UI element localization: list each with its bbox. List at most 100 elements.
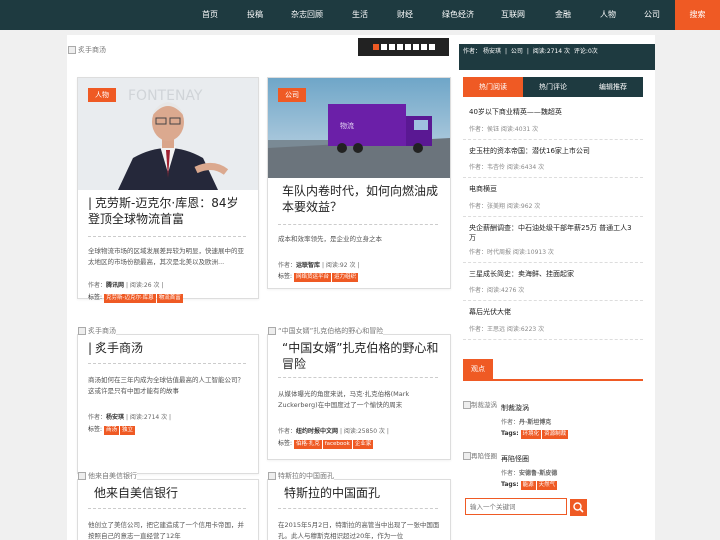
tab-hot-reading[interactable]: 热门阅读 xyxy=(463,77,523,97)
slider-dot[interactable] xyxy=(412,44,419,50)
tag[interactable]: 物流首富 xyxy=(156,294,183,303)
info-sep: | xyxy=(504,48,507,55)
category-badge[interactable]: 人物 xyxy=(88,88,116,102)
nav-home[interactable]: 首页 xyxy=(202,0,218,30)
tag[interactable]: 天然气 xyxy=(536,481,558,490)
article-author[interactable]: 运联智库 xyxy=(296,262,320,269)
slider-dot[interactable] xyxy=(380,44,387,50)
tag[interactable]: 商汤 xyxy=(103,426,119,435)
article-title[interactable]: “中国女婿”扎克伯格的野心和冒险 xyxy=(282,341,442,372)
divider xyxy=(88,236,246,237)
opinion-author[interactable]: 安德鲁·斯皮德 xyxy=(519,470,557,477)
banner-image[interactable]: 炙手商汤 xyxy=(68,45,106,55)
article-tags: 标签: 商汤 独立 xyxy=(88,424,252,435)
nav-submit[interactable]: 投稿 xyxy=(247,0,263,30)
article-card: 物流 公司 车队内卷时代，如何向燃油成本要效益？ 成本和效率领先，是企业的立身之… xyxy=(267,77,451,289)
tab-hot-comments[interactable]: 热门评论 xyxy=(523,77,583,97)
slider-dot[interactable] xyxy=(372,44,379,50)
image-alt: 他来自美信银行 xyxy=(88,472,137,480)
nav-people[interactable]: 人物 xyxy=(600,0,616,30)
sidebar-search-input[interactable] xyxy=(465,498,567,515)
image-alt: 再陷怪圈 xyxy=(471,452,497,460)
nav-search-button[interactable]: 搜索 xyxy=(675,0,720,30)
tab-editor-picks[interactable]: 编辑推荐 xyxy=(583,77,643,97)
article-title[interactable]: | 克劳斯-迈克尔·库恩：84岁登顶全球物流首富 xyxy=(88,196,250,227)
nav-magazine[interactable]: 杂志回顾 xyxy=(291,0,323,30)
hot-title[interactable]: 央企薪酬调查：中石油处级干部年薪25万 普通工人3万 xyxy=(469,223,637,243)
article-author[interactable]: 杨安琪 xyxy=(106,414,124,421)
tag[interactable]: 独立 xyxy=(119,426,135,435)
article-image[interactable]: 特斯拉的中国面孔 xyxy=(268,471,334,481)
list-item: 央企薪酬调查：中石油处级干部年薪25万 普通工人3万 作者：时代周报 阅读:109… xyxy=(463,217,643,263)
article-meta: 作者：纽约时报中文网 | 阅读:25850 次 | xyxy=(278,426,444,435)
opinion-image[interactable]: 制裁漩涡 xyxy=(463,401,497,409)
author-label: 作者： xyxy=(278,428,297,435)
article-title[interactable]: 特斯拉的中国面孔 xyxy=(284,486,442,502)
article-author[interactable]: 纽约时报中文网 xyxy=(296,428,338,435)
image-alt: 特斯拉的中国面孔 xyxy=(278,472,334,480)
meta-sep: | xyxy=(386,428,389,435)
tag[interactable]: 网络货运平台 xyxy=(293,273,331,282)
hot-title[interactable]: 三星成长简史：卖海鲜、挂面起家 xyxy=(469,269,637,279)
tag[interactable]: 资源制裁 xyxy=(542,430,569,439)
nav-company[interactable]: 公司 xyxy=(644,0,660,30)
opinion-title[interactable]: 再陷怪圈 xyxy=(501,454,529,464)
hot-title[interactable]: 电商横亘 xyxy=(469,184,637,194)
hot-title[interactable]: 幕后光伏大佬 xyxy=(469,307,637,317)
article-title[interactable]: | 炙手商汤 xyxy=(88,341,250,357)
article-image[interactable]: 炙手商汤 xyxy=(78,326,116,336)
info-source[interactable]: 公司 xyxy=(511,48,523,55)
tag[interactable]: facebook xyxy=(322,440,352,449)
hot-meta: 作者：张美翔 阅读:962 次 xyxy=(469,202,541,210)
sidebar-tabs: 热门阅读 热门评论 编辑推荐 xyxy=(463,77,643,97)
author-label: 作者： xyxy=(278,262,297,269)
nav-green-economy[interactable]: 绿色经济 xyxy=(442,0,474,30)
opinion-author[interactable]: 丹·斯坦博克 xyxy=(519,419,551,426)
article-title[interactable]: 他来自美信银行 xyxy=(94,486,250,502)
article-title-text[interactable]: 炙手商汤 xyxy=(95,341,143,355)
nav-finance[interactable]: 财经 xyxy=(397,0,413,30)
opinion-image[interactable]: 再陷怪圈 xyxy=(463,452,497,460)
author-label: 作者： xyxy=(501,470,520,477)
article-summary: 全球物流市场的区域发展差异较为明显，快速展中的亚太地区的市场份额最高，其次是北美… xyxy=(88,247,244,266)
divider xyxy=(88,363,246,364)
list-item: 三星成长简史：卖海鲜、挂面起家 作者：阅读:4276 次 xyxy=(463,263,643,301)
meta-sep: | xyxy=(169,414,172,421)
slider-dot[interactable] xyxy=(396,44,403,50)
hot-title[interactable]: 史玉柱的资本帝国：潜伏16家上市公司 xyxy=(469,146,637,156)
tag[interactable]: 环境化 xyxy=(520,430,542,439)
hot-list: 40岁以下商业精英——魏超英 作者：侯钰 阅读:4031 次 史玉柱的资本帝国：潜… xyxy=(463,101,643,340)
article-title-text[interactable]: 克劳斯-迈克尔·库恩：84岁登顶全球物流首富 xyxy=(88,196,238,226)
article-author[interactable]: 腾讯网 xyxy=(106,282,124,289)
article-image[interactable]: 他来自美信银行 xyxy=(78,471,137,481)
tag[interactable]: 伯格·扎克 xyxy=(293,440,322,449)
slider-dot[interactable] xyxy=(404,44,411,50)
article-title[interactable]: 车队内卷时代，如何向燃油成本要效益？ xyxy=(282,184,442,215)
hot-title[interactable]: 40岁以下商业精英——魏超英 xyxy=(469,107,637,117)
slider-dot[interactable] xyxy=(428,44,435,50)
divider xyxy=(88,508,246,509)
nav-life[interactable]: 生活 xyxy=(352,0,368,30)
list-item: 史玉柱的资本帝国：潜伏16家上市公司 作者：韦杏伶 阅读:6434 次 xyxy=(463,140,643,178)
tag[interactable]: 能源 xyxy=(520,481,536,490)
category-badge[interactable]: 公司 xyxy=(278,88,306,102)
tag[interactable]: 克劳斯-迈克尔·库恩 xyxy=(103,294,156,303)
info-sep: | xyxy=(526,48,529,55)
title-bar: | xyxy=(88,196,93,210)
nav-internet[interactable]: 互联网 xyxy=(501,0,525,30)
info-author-label: 作者： xyxy=(463,48,482,55)
tag[interactable]: 企业家 xyxy=(352,440,374,449)
slider-dot[interactable] xyxy=(388,44,395,50)
top-nav: 首页 投稿 杂志回顾 生活 财经 绿色经济 互联网 金融 人物 公司 搜索 xyxy=(0,0,720,30)
nav-banking[interactable]: 金融 xyxy=(555,0,571,30)
slider-dot[interactable] xyxy=(420,44,427,50)
opinion-title[interactable]: 制裁漩涡 xyxy=(501,403,529,413)
opinion-meta: 作者：安德鲁·斯皮德 xyxy=(501,468,557,477)
sidebar-search-button[interactable] xyxy=(570,499,587,516)
article-image[interactable]: “中国女婿”扎克伯格的野心和冒险 xyxy=(268,326,384,336)
info-author[interactable]: 杨安琪 xyxy=(483,48,501,55)
tag[interactable]: 运力组织 xyxy=(331,273,358,282)
opinion-tags: Tags: 能源 天然气 xyxy=(501,481,558,490)
title-bar: | xyxy=(88,341,93,355)
opinion-header: 观点 xyxy=(463,359,643,381)
